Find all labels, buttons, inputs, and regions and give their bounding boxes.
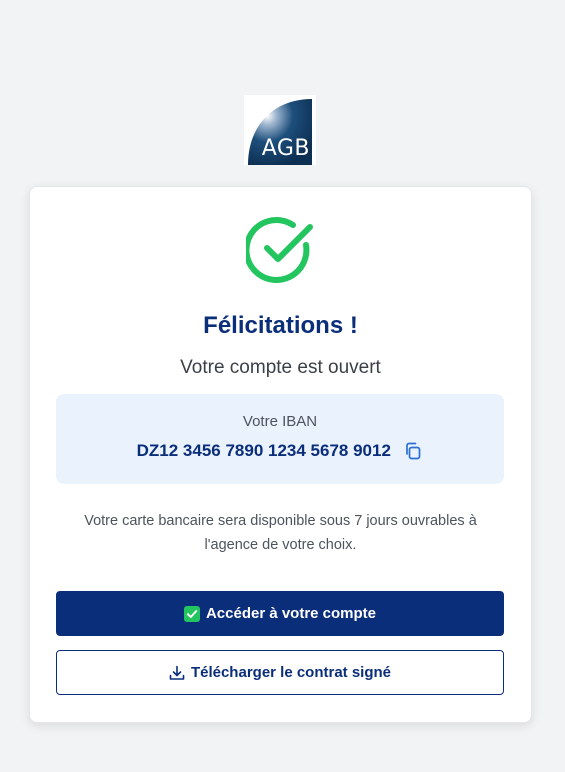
success-subtitle: Votre compte est ouvert [180, 357, 381, 378]
logo-text: AGB [261, 136, 310, 161]
access-account-button[interactable]: Accéder à votre compte [56, 591, 504, 636]
agb-logo: AGB [244, 95, 316, 165]
checkbox-checked-icon [183, 605, 200, 622]
copy-icon[interactable] [403, 441, 423, 461]
success-card: Félicitations ! Votre compte est ouvert … [29, 186, 532, 723]
iban-label: Votre IBAN [242, 413, 318, 430]
success-title: Félicitations ! [203, 312, 358, 339]
download-contract-button[interactable]: Télécharger le contrat signé [56, 650, 504, 695]
iban-value-row: DZ12 3456 7890 1234 5678 9012 [56, 441, 504, 461]
download-contract-label: Télécharger le contrat signé [190, 664, 392, 681]
iban-panel: Votre IBAN DZ12 3456 7890 1234 5678 9012 [56, 394, 504, 484]
card-availability-note: Votre carte bancaire sera disponible sou… [84, 513, 477, 553]
download-icon [169, 665, 185, 680]
access-account-label: Accéder à votre compte [205, 605, 377, 622]
iban-value: DZ12 3456 7890 1234 5678 9012 [136, 441, 391, 460]
check-circle-icon [246, 217, 313, 283]
